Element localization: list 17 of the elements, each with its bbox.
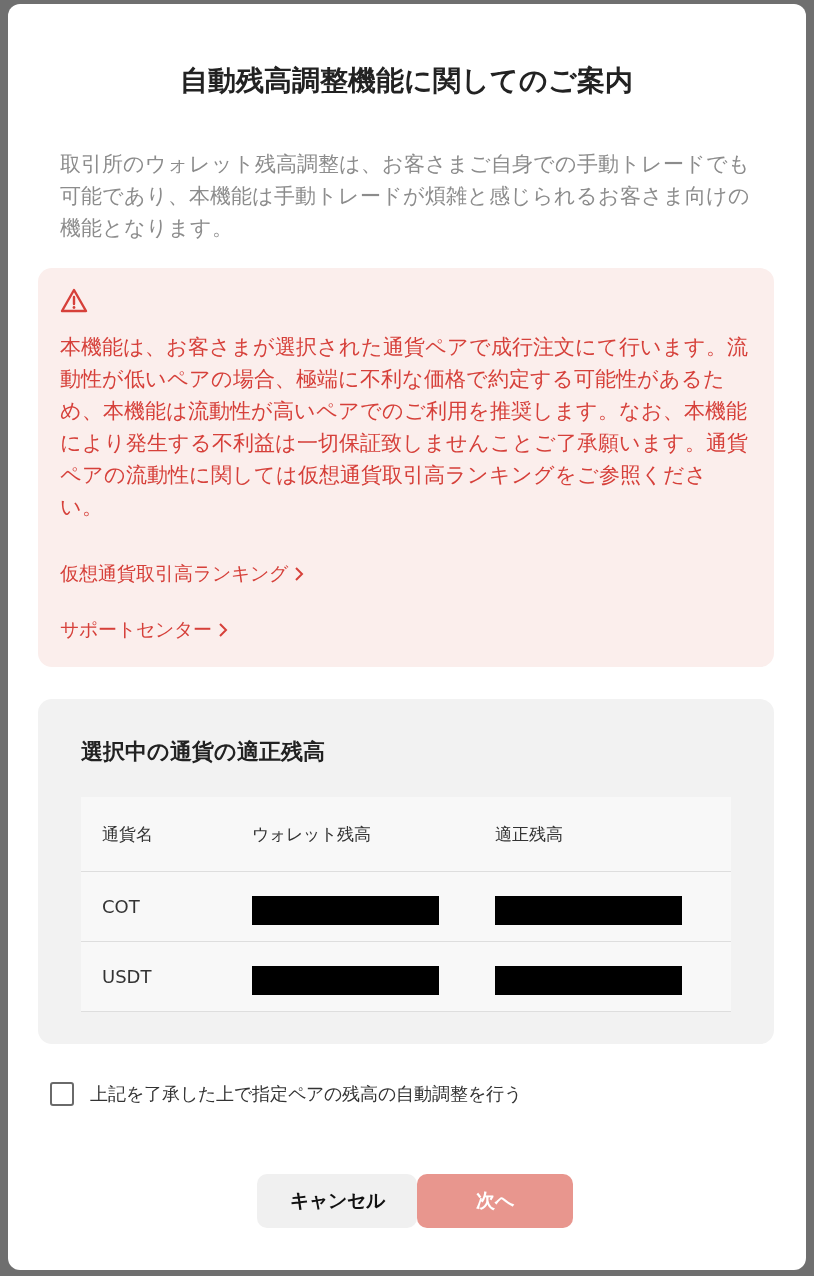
column-header: 適正残高 xyxy=(495,822,564,846)
column-header: 通貨名 xyxy=(102,822,154,846)
link[interactable]: サポートセンター xyxy=(60,617,228,643)
warning-text: 本機能は、お客さまが選択された通貨ペアで成行注文にて行います。流動性が低いペアの場合、極端に不利な価格で約定する可能性があるため、本機能は流動性が高いペアでのご利用を推奨します。なお、本機能により発生する不利益は一切保証致しませんことご了承願います。通貨ペアの流動性に関しては仮想通貨取引高ランキングをご参照ください。 xyxy=(60,334,748,521)
intro-text: 取引所のウォレット残高調整は、お客さまご自身での手動トレードでも可能であり、本機能は手動トレードが煩雑と感じられるお客さま向けの機能となります。 xyxy=(60,151,751,242)
chevron-right-icon xyxy=(294,566,304,582)
panel-title: 選択中の通貨の適正残高 xyxy=(81,738,326,766)
chevron-right-icon xyxy=(218,622,228,638)
checkbox-label: 上記を了承した上で指定ペアの残高の自動調整を行う xyxy=(90,1082,522,1106)
cancel-button[interactable]: キャンセル xyxy=(257,1174,417,1228)
currency-cell-text: USDT xyxy=(102,966,153,987)
checkbox[interactable] xyxy=(50,1082,74,1106)
currency-cell-text: COT xyxy=(102,896,141,917)
warning-icon xyxy=(60,288,88,313)
column-header: ウォレット残高 xyxy=(252,822,372,846)
link[interactable]: 仮想通貨取引高ランキング xyxy=(60,561,304,587)
dialog-title: 自動残高調整機能に関してのご案内 xyxy=(178,63,634,99)
